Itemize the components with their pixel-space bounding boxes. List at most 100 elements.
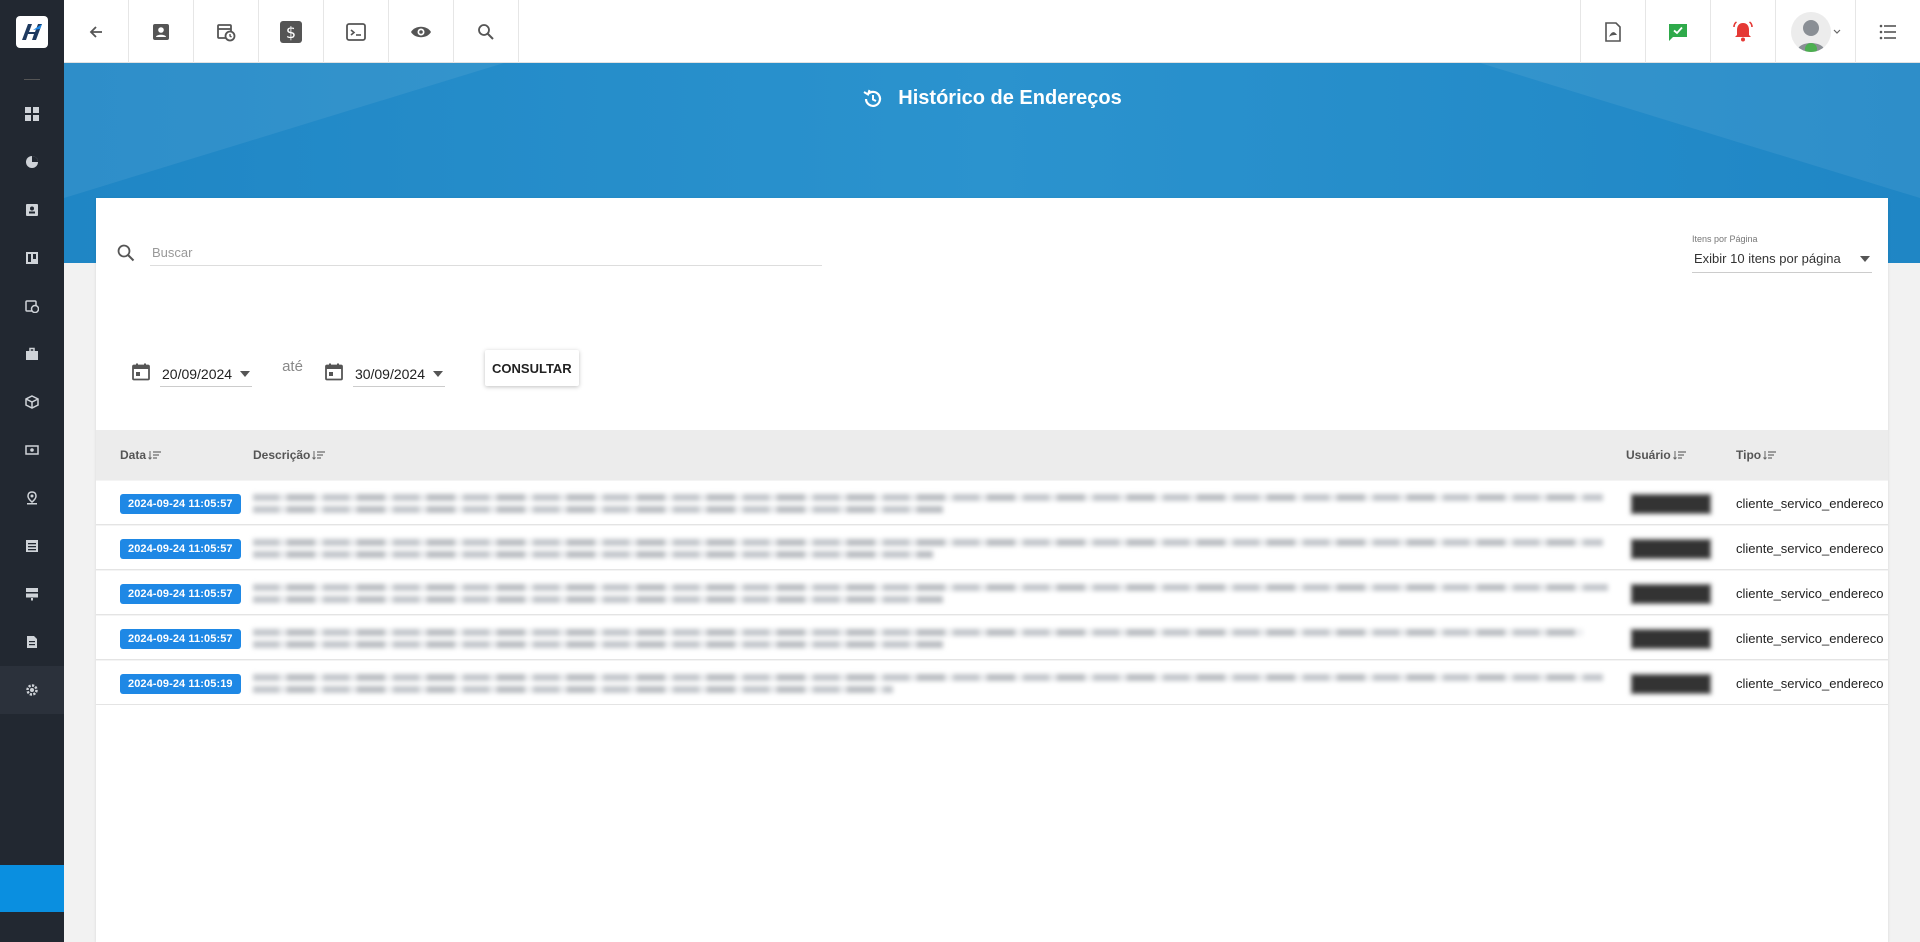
sidebar-divider — [24, 79, 40, 80]
notifications-button[interactable] — [1710, 0, 1775, 63]
search-bar — [116, 240, 822, 266]
calendar-icon — [132, 363, 150, 381]
location-icon — [27, 491, 37, 505]
search-button[interactable] — [454, 0, 519, 63]
date-range-separator: até — [282, 357, 303, 375]
redacted-user — [1630, 672, 1712, 695]
view-button[interactable] — [389, 0, 454, 63]
document-icon — [27, 636, 37, 648]
back-button[interactable] — [64, 0, 129, 63]
redacted-description — [253, 584, 1608, 603]
table-row[interactable]: 2024-09-24 11:05:19 cliente_servico_ende… — [96, 660, 1888, 705]
calendar-clock-icon — [217, 23, 236, 41]
avatar — [1790, 11, 1831, 52]
sidebar-item-finance[interactable] — [0, 426, 64, 474]
redacted-user — [1630, 582, 1712, 605]
kanban-icon — [26, 252, 38, 264]
messages-button[interactable] — [1645, 0, 1710, 63]
sidebar-item-products[interactable] — [0, 378, 64, 426]
sort-icon — [148, 451, 162, 460]
start-date-picker[interactable]: 20/09/2024 — [132, 358, 253, 387]
sidebar-item-settings[interactable] — [0, 666, 64, 714]
app-logo[interactable] — [0, 0, 64, 63]
pdf-icon — [1605, 21, 1621, 42]
sidebar-item-list[interactable] — [0, 522, 64, 570]
sidebar-item-business[interactable] — [0, 330, 64, 378]
sort-icon — [1763, 451, 1777, 460]
sidebar-item-board[interactable] — [0, 234, 64, 282]
terminal-button[interactable] — [324, 0, 389, 63]
date-badge: 2024-09-24 11:05:57 — [120, 628, 241, 649]
table-header: Data Descrição Usuário Tipo — [96, 430, 1888, 480]
gear-icon — [26, 684, 38, 696]
logo-icon — [16, 15, 48, 48]
sidebar-item-dashboard[interactable] — [0, 90, 64, 138]
svg-text:$: $ — [286, 23, 296, 42]
schedule-button[interactable] — [194, 0, 259, 63]
column-header-usuario[interactable]: Usuário — [1626, 448, 1687, 462]
column-header-tipo[interactable]: Tipo — [1736, 448, 1777, 462]
banner-decoration-right — [1480, 63, 1920, 198]
contact-button[interactable] — [129, 0, 194, 63]
sidebar-item-reports[interactable] — [0, 138, 64, 186]
items-per-page-label: Itens por Página — [1692, 234, 1758, 244]
tipo-value: cliente_servico_endereco — [1736, 676, 1884, 691]
sidebar-item-map[interactable] — [0, 474, 64, 522]
start-date-value: 20/09/2024 — [162, 365, 233, 382]
redacted-user — [1630, 537, 1712, 560]
sidebar-item-contacts[interactable] — [0, 186, 64, 234]
items-per-page-value: Exibir 10 itens por página — [1694, 251, 1841, 266]
column-header-data[interactable]: Data — [120, 448, 162, 462]
chat-check-icon — [1669, 23, 1687, 41]
briefcase-icon — [26, 347, 38, 360]
dollar-icon: $ — [280, 20, 302, 43]
redacted-description — [253, 539, 1603, 558]
table-row[interactable]: 2024-09-24 11:05:57 cliente_servico_ende… — [96, 570, 1888, 615]
history-table: Data Descrição Usuário Tipo 2024-09-24 1… — [96, 430, 1888, 705]
date-badge: 2024-09-24 11:05:57 — [120, 493, 241, 514]
end-date-picker[interactable]: 30/09/2024 — [325, 358, 446, 387]
tipo-value: cliente_servico_endereco — [1736, 541, 1884, 556]
history-icon — [863, 89, 882, 107]
tipo-value: cliente_servico_endereco — [1736, 496, 1884, 511]
dashboard-icon — [25, 107, 39, 121]
dropdown-arrow-icon — [240, 370, 251, 377]
page-title: Histórico de Endereços — [64, 87, 1920, 110]
topbar: $ — [64, 0, 1920, 63]
redacted-user — [1630, 492, 1712, 515]
sidebar-item-documents[interactable] — [0, 618, 64, 666]
tipo-value: cliente_servico_endereco — [1736, 586, 1884, 601]
column-header-descricao[interactable]: Descrição — [253, 448, 326, 462]
search-icon — [478, 23, 494, 40]
menu-button[interactable] — [1855, 0, 1920, 63]
chevron-down-icon — [1833, 29, 1840, 34]
sidebar-active-indicator — [0, 865, 64, 912]
table-row[interactable]: 2024-09-24 11:05:57 cliente_servico_ende… — [96, 525, 1888, 570]
dropdown-arrow-icon — [1860, 255, 1870, 262]
bell-icon — [1733, 20, 1753, 41]
dropdown-arrow-icon — [433, 370, 444, 377]
server-icon — [26, 588, 38, 601]
user-menu[interactable] — [1775, 0, 1855, 63]
finance-button[interactable]: $ — [259, 0, 324, 63]
table-row[interactable]: 2024-09-24 11:05:57 cliente_servico_ende… — [96, 480, 1888, 525]
sort-icon — [312, 451, 326, 460]
items-per-page-select[interactable]: Itens por Página Exibir 10 itens por pág… — [1692, 234, 1872, 273]
calendar-icon — [325, 363, 343, 381]
redacted-description — [253, 674, 1603, 693]
consultar-button[interactable]: CONSULTAR — [485, 350, 579, 386]
pie-chart-icon — [26, 156, 38, 168]
tipo-value: cliente_servico_endereco — [1736, 631, 1884, 646]
pdf-button[interactable] — [1580, 0, 1645, 63]
sidebar-item-schedule[interactable] — [0, 282, 64, 330]
redacted-description — [253, 629, 1583, 648]
terminal-icon — [346, 22, 366, 41]
table-row[interactable]: 2024-09-24 11:05:57 cliente_servico_ende… — [96, 615, 1888, 660]
date-badge: 2024-09-24 11:05:19 — [120, 673, 241, 694]
search-input[interactable] — [150, 240, 822, 266]
sidebar — [0, 0, 64, 942]
cube-icon — [25, 395, 39, 409]
sidebar-item-servers[interactable] — [0, 570, 64, 618]
eye-icon — [411, 26, 431, 37]
redacted-description — [253, 494, 1603, 513]
